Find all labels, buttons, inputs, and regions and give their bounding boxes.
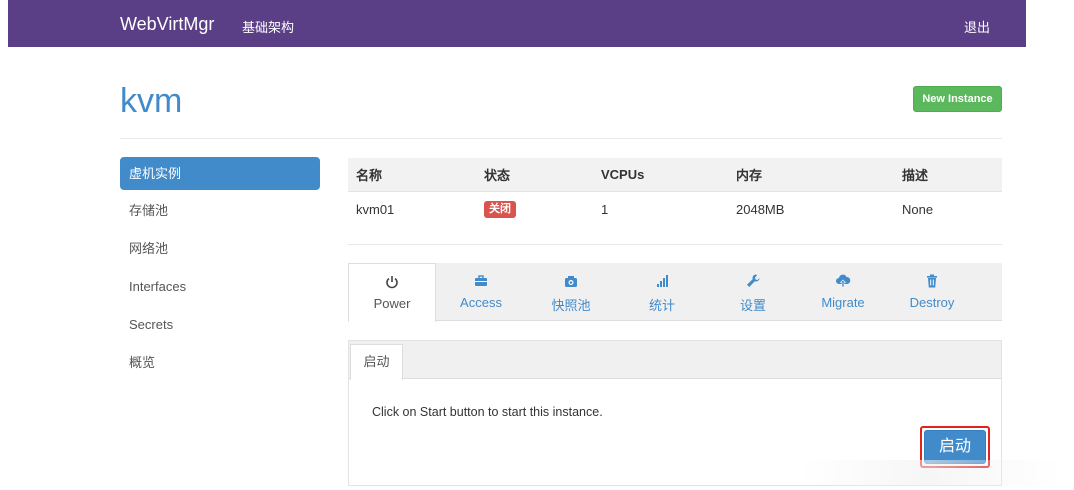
instance-description-cell: None <box>902 201 934 217</box>
start-button[interactable]: 启动 <box>924 430 986 464</box>
instance-action-tabs: Power Access 快照池 统计 设置 Migrate Destroy <box>348 263 1002 322</box>
instance-name-cell: kvm01 <box>356 201 395 217</box>
wrench-icon <box>708 273 798 293</box>
cloud-upload-icon <box>798 273 888 293</box>
tab-label: Power <box>373 296 411 311</box>
table-divider <box>348 244 1002 245</box>
tab-power[interactable]: Power <box>348 263 436 322</box>
tab-label: 设置 <box>739 298 766 313</box>
stats-icon <box>616 273 708 293</box>
sidebar-item-networks[interactable]: 网络池 <box>120 232 320 270</box>
tab-access[interactable]: Access <box>436 263 526 321</box>
tab-destroy[interactable]: Destroy <box>888 263 976 321</box>
instance-status-cell: 关闭 <box>476 191 593 227</box>
tab-label: Access <box>460 295 502 310</box>
instance-vcpus-cell: 1 <box>601 201 609 217</box>
tab-label: 统计 <box>648 298 675 313</box>
camera-icon <box>526 273 616 293</box>
status-badge: 关闭 <box>484 201 516 219</box>
top-navbar: WebVirtMgr 基础架构 退出 <box>8 0 1026 47</box>
nav-infrastructure-link[interactable]: 基础架构 <box>242 17 294 36</box>
header-divider <box>120 138 1002 139</box>
column-header-description: 描述 <box>894 158 1002 192</box>
sidebar-item-storage[interactable]: 存储池 <box>120 194 320 232</box>
tab-label: 快照池 <box>551 298 591 313</box>
tab-stats[interactable]: 统计 <box>616 263 708 321</box>
column-header-name: 名称 <box>348 158 476 192</box>
logout-link[interactable]: 退出 <box>964 17 990 36</box>
column-header-vcpus: VCPUs <box>593 158 728 192</box>
tab-snapshots[interactable]: 快照池 <box>526 263 616 321</box>
sidebar-item-instances[interactable]: 虚机实例 <box>120 157 320 190</box>
decorative-fade <box>800 460 1060 486</box>
brand-link[interactable]: WebVirtMgr <box>120 14 214 35</box>
sidebar-item-interfaces[interactable]: Interfaces <box>120 270 320 308</box>
instance-memory-cell: 2048MB <box>736 201 785 217</box>
sidebar-item-overview[interactable]: 概览 <box>120 346 320 384</box>
tab-label: Destroy <box>909 295 955 310</box>
table-header-row: 名称 状态 VCPUs 内存 描述 <box>348 158 1002 192</box>
new-instance-button[interactable]: New Instance <box>913 86 1002 112</box>
tab-migrate[interactable]: Migrate <box>798 263 888 321</box>
start-instructions: Click on Start button to start this inst… <box>372 405 603 419</box>
trash-icon <box>888 273 976 293</box>
tab-label: Migrate <box>821 295 865 310</box>
instance-table: 名称 状态 VCPUs 内存 描述 kvm01 关闭 1 2048MB None <box>348 158 1002 227</box>
table-row: kvm01 关闭 1 2048MB None <box>348 191 1002 227</box>
sidebar: 虚机实例 存储池 网络池 Interfaces Secrets 概览 <box>120 157 320 384</box>
subtab-start[interactable]: 启动 <box>350 344 403 380</box>
page-title: kvm <box>120 82 183 120</box>
briefcase-icon <box>436 273 526 293</box>
column-header-memory: 内存 <box>728 158 894 192</box>
power-icon <box>349 274 435 294</box>
column-header-status: 状态 <box>476 158 593 192</box>
tab-settings[interactable]: 设置 <box>708 263 798 321</box>
sidebar-item-secrets[interactable]: Secrets <box>120 308 320 346</box>
power-subtabs: 启动 <box>349 341 1001 380</box>
